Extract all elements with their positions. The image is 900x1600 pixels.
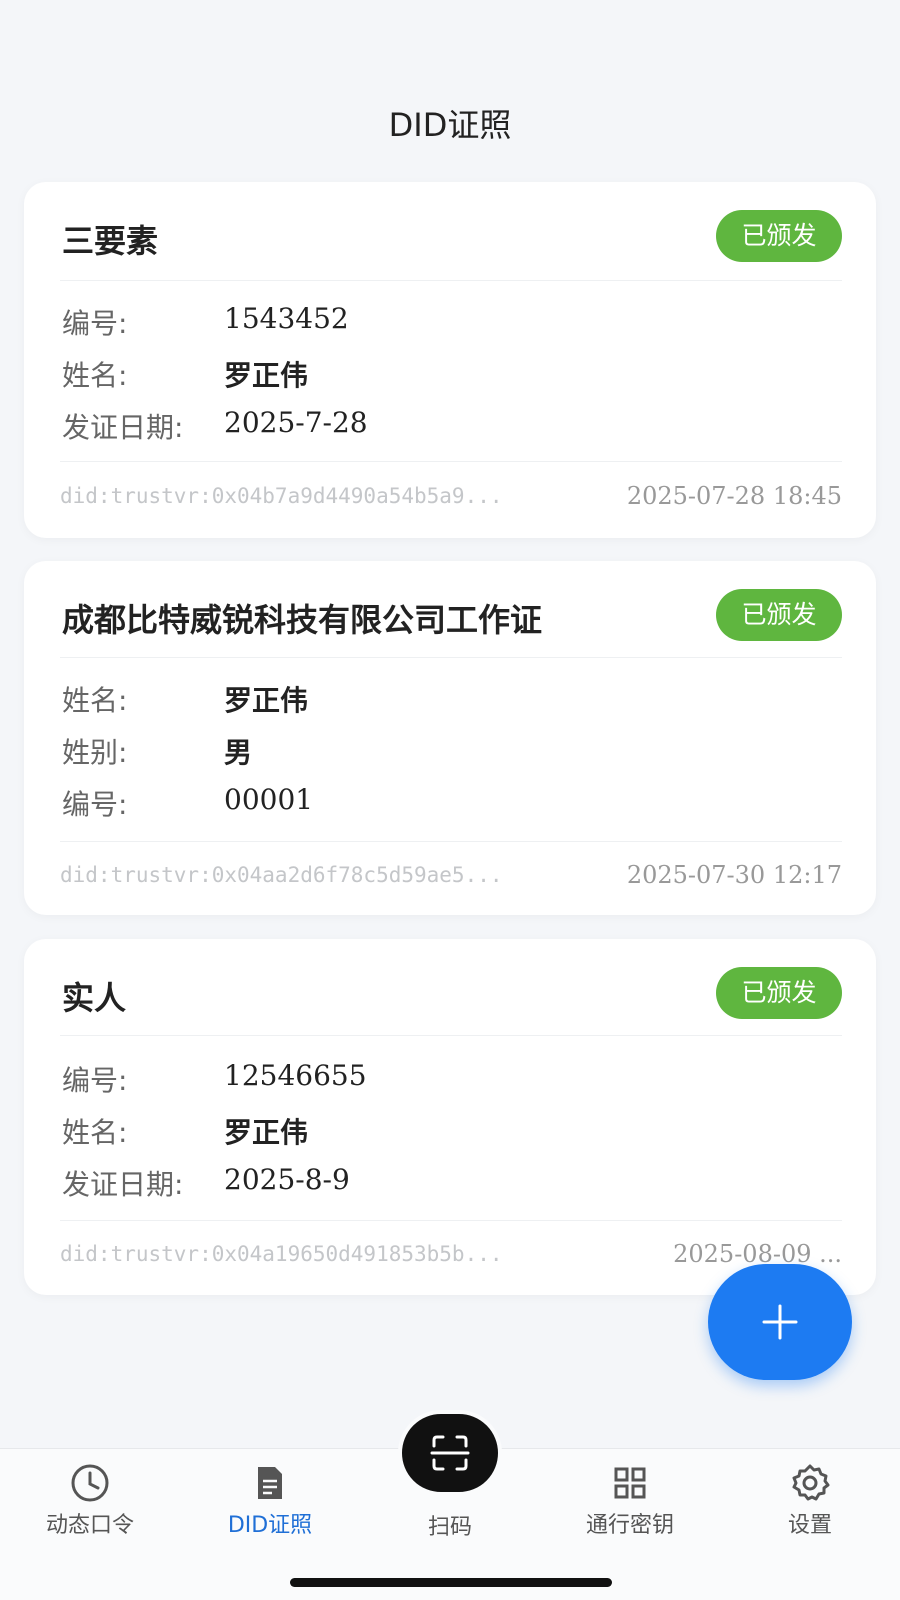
field-label: 发证日期: xyxy=(62,1168,184,1201)
field-label: 编号: xyxy=(62,788,128,821)
header: DID证照 xyxy=(0,0,900,165)
divider xyxy=(60,657,842,658)
divider xyxy=(60,1220,842,1221)
tab-label: 扫码 xyxy=(427,1515,472,1540)
grid-icon xyxy=(614,1467,646,1499)
scan-icon xyxy=(430,1435,470,1471)
issue-timestamp: 2025-07-30 12:17 xyxy=(626,861,842,889)
tab-did-credentials[interactable]: DID证照 xyxy=(190,1449,350,1559)
field-label: 姓名: xyxy=(62,359,128,392)
tab-settings[interactable]: 设置 xyxy=(730,1449,890,1559)
did-identifier: did:trustvr:0x04aa2d6f78c5d59ae5... xyxy=(60,863,503,887)
tab-dynamic-password[interactable]: 动态口令 xyxy=(10,1449,170,1559)
credential-card[interactable]: 成都比特威锐科技有限公司工作证 已颁发 姓名: 罗正伟 姓别: 男 编号: 00… xyxy=(24,561,876,915)
did-identifier: did:trustvr:0x04a19650d491853b5b... xyxy=(60,1242,503,1266)
tab-passkeys[interactable]: 通行密钥 xyxy=(550,1449,710,1559)
field-label: 编号: xyxy=(62,1064,128,1097)
status-badge: 已颁发 xyxy=(716,967,842,1019)
field-label: 姓名: xyxy=(62,684,128,717)
document-icon xyxy=(258,1467,282,1499)
divider xyxy=(60,461,842,462)
field-value: 罗正伟 xyxy=(224,1116,309,1149)
page-title: DID证照 xyxy=(388,106,512,144)
card-title: 成都比特威锐科技有限公司工作证 xyxy=(62,601,543,639)
add-credential-button[interactable] xyxy=(708,1264,852,1380)
field-label: 编号: xyxy=(62,307,128,340)
tab-label: 动态口令 xyxy=(45,1513,134,1538)
tab-label: 通行密钥 xyxy=(585,1513,674,1538)
divider xyxy=(60,1035,842,1036)
card-title: 实人 xyxy=(62,979,127,1017)
field-value: 罗正伟 xyxy=(224,684,309,717)
tab-label: 设置 xyxy=(787,1513,832,1538)
field-value: 12546655 xyxy=(224,1059,367,1092)
field-value: 00001 xyxy=(224,783,314,816)
field-value: 2025-7-28 xyxy=(224,406,368,439)
credential-card[interactable]: 三要素 已颁发 编号: 1543452 姓名: 罗正伟 发证日期: 2025-7… xyxy=(24,182,876,538)
scan-button[interactable] xyxy=(398,1410,502,1496)
divider xyxy=(60,280,842,281)
status-badge: 已颁发 xyxy=(716,210,842,262)
field-label: 姓名: xyxy=(62,1116,128,1149)
card-title: 三要素 xyxy=(62,222,159,260)
gear-icon xyxy=(792,1464,830,1501)
field-label: 姓别: xyxy=(62,736,128,769)
field-value: 1543452 xyxy=(224,302,349,335)
clock-icon xyxy=(71,1464,109,1502)
did-identifier: did:trustvr:0x04b7a9d4490a54b5a9... xyxy=(60,484,503,508)
issue-timestamp: 2025-07-28 18:45 xyxy=(626,482,842,510)
divider xyxy=(60,841,842,842)
field-value: 2025-8-9 xyxy=(224,1163,350,1196)
home-indicator xyxy=(290,1578,612,1587)
credential-card[interactable]: 实人 已颁发 编号: 12546655 姓名: 罗正伟 发证日期: 2025-8… xyxy=(24,939,876,1295)
plus-icon xyxy=(762,1304,798,1340)
status-badge: 已颁发 xyxy=(716,589,842,641)
field-value: 男 xyxy=(224,736,253,769)
tab-label: DID证照 xyxy=(227,1513,313,1538)
field-value: 罗正伟 xyxy=(224,359,309,392)
field-label: 发证日期: xyxy=(62,411,184,444)
